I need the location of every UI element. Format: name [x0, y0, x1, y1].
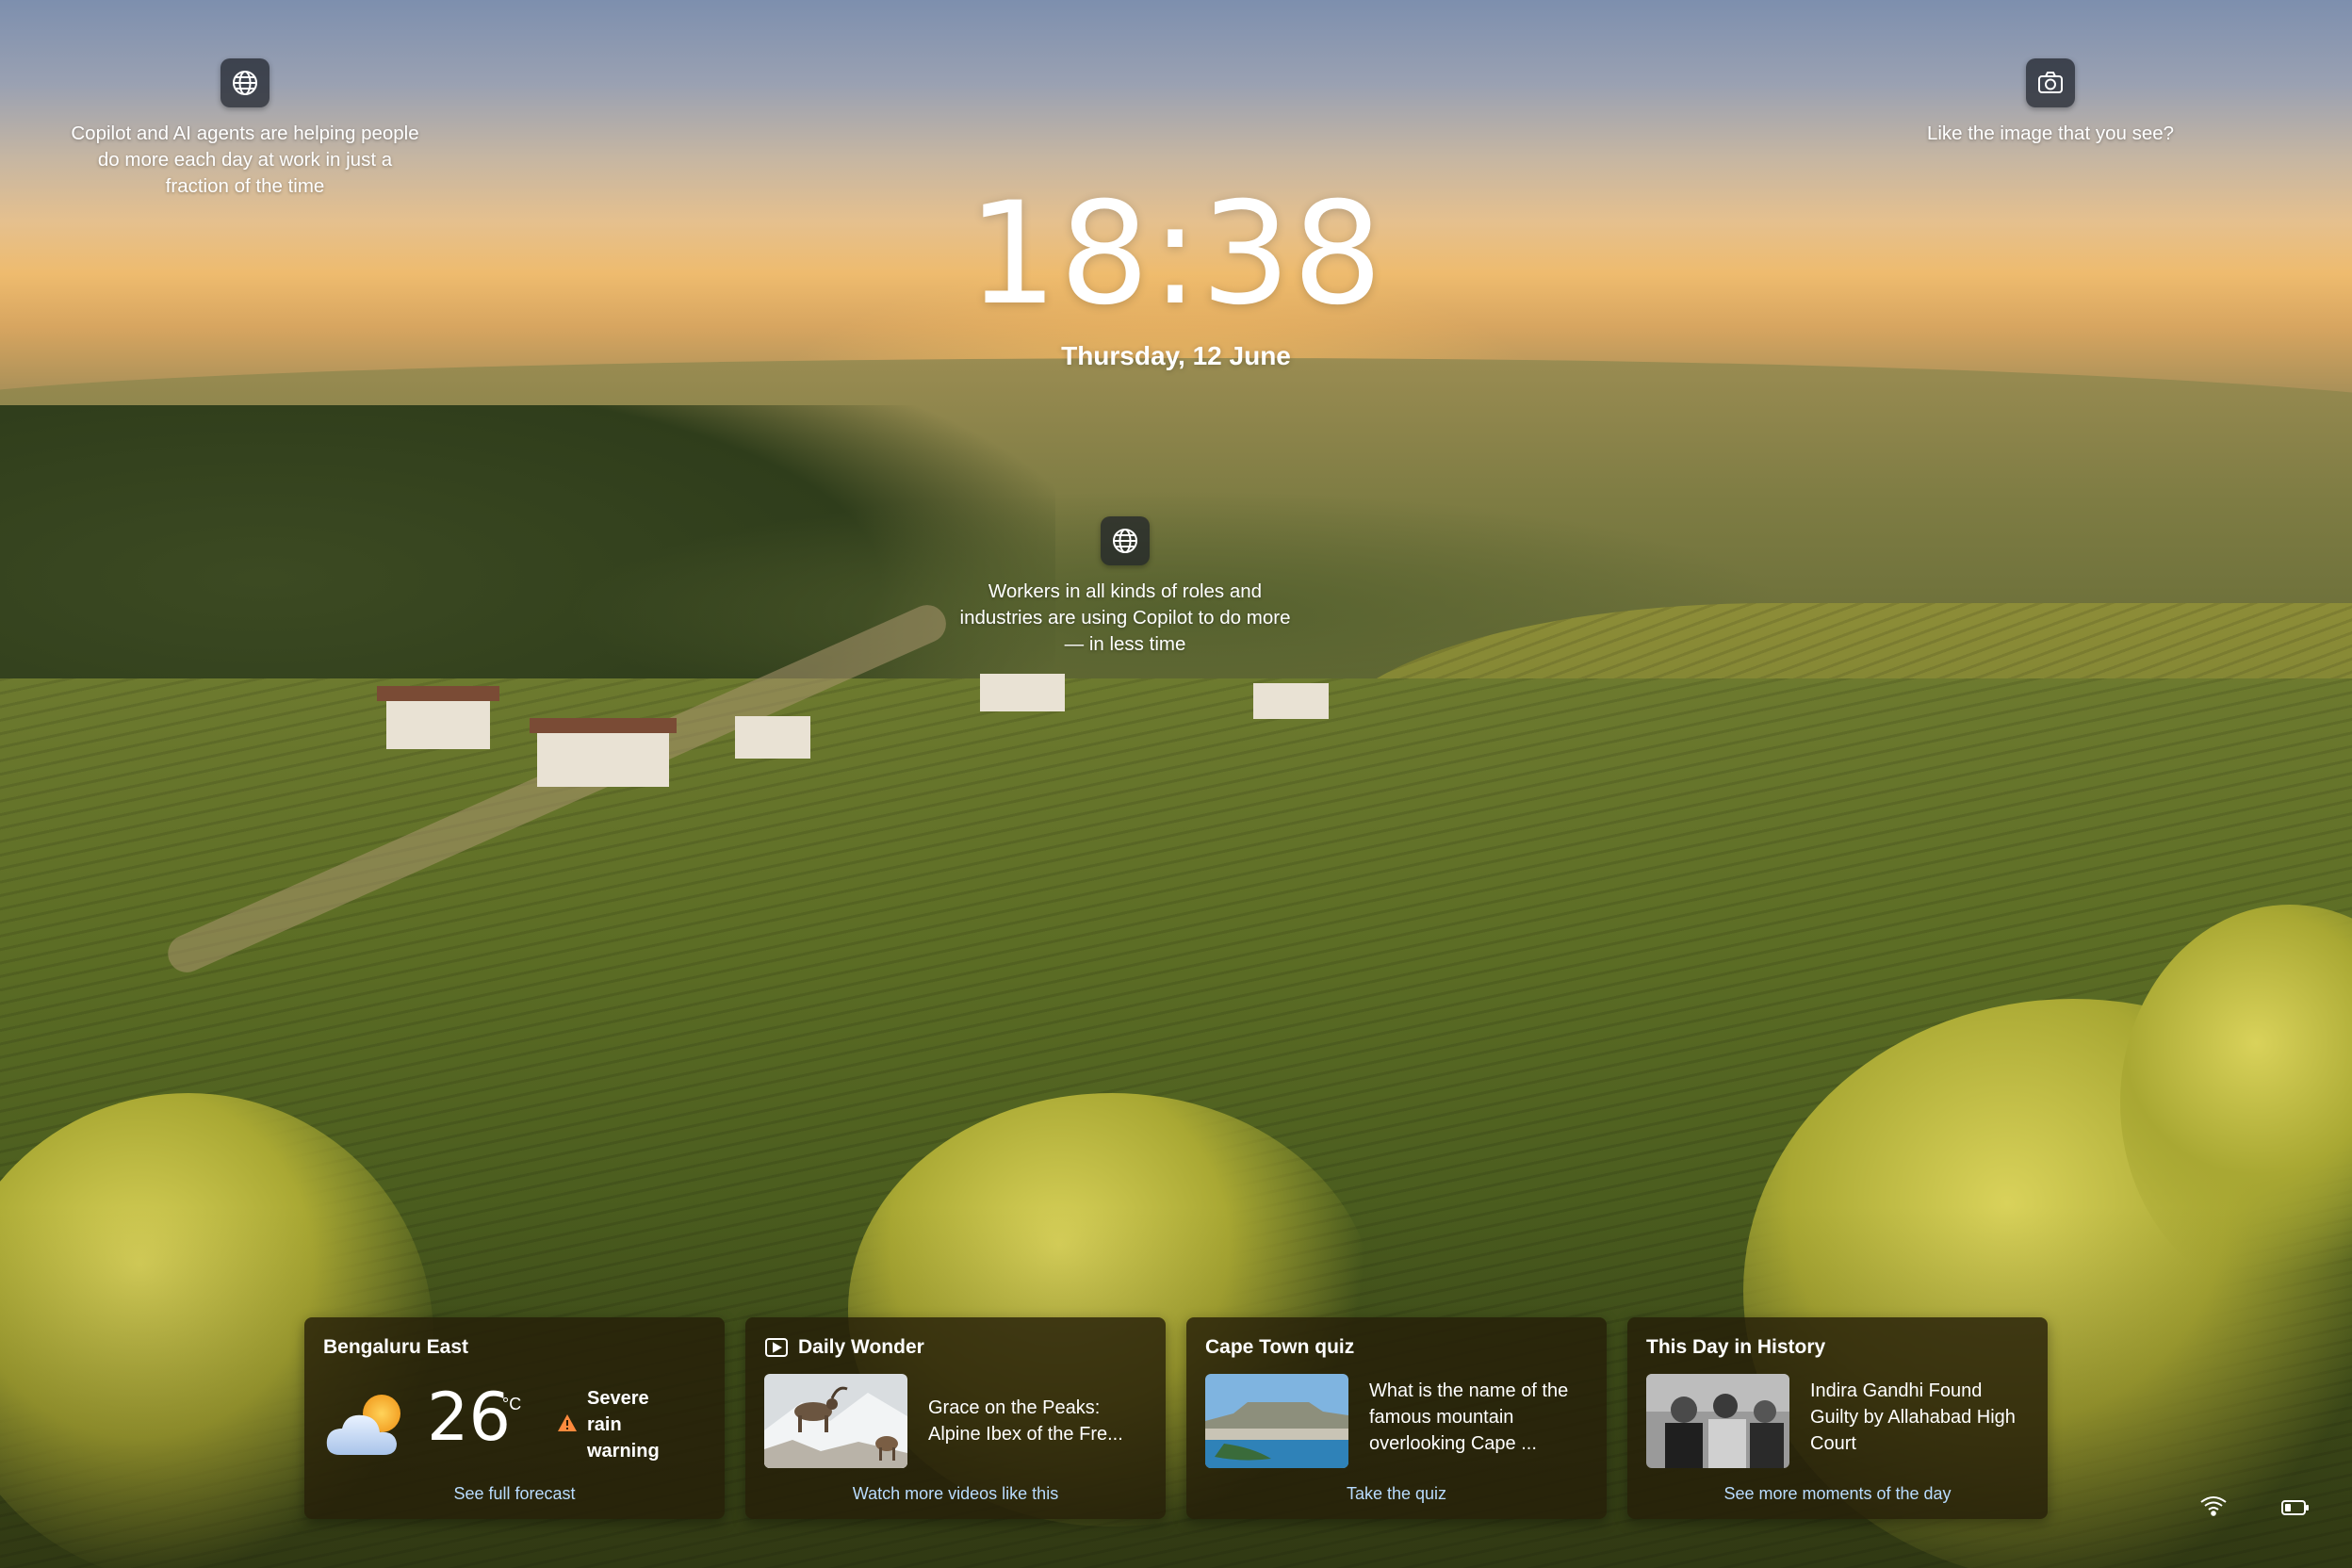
daily-wonder-title: Daily Wonder	[798, 1336, 924, 1358]
house	[386, 697, 490, 749]
see-more-moments-link[interactable]: See more moments of the day	[1627, 1484, 2048, 1504]
warning-icon	[558, 1414, 577, 1431]
weather-temperature: 26	[427, 1379, 512, 1456]
take-quiz-link[interactable]: Take the quiz	[1186, 1484, 1607, 1504]
clock-time: 18:38	[967, 172, 1385, 336]
spotlight-right[interactable]: Like the image that you see?	[1900, 58, 2201, 147]
weather-alert[interactable]: Severe rain warning	[558, 1385, 660, 1464]
weather-location: Bengaluru East	[323, 1336, 469, 1358]
weather-widget[interactable]: Bengaluru East 26 °C Severe rain warning…	[304, 1317, 725, 1519]
daily-wonder-headline[interactable]: Grace on the Peaks: Alpine Ibex of the F…	[928, 1395, 1152, 1447]
see-forecast-link[interactable]: See full forecast	[304, 1484, 725, 1504]
history-title: This Day in History	[1646, 1336, 1826, 1358]
history-headline[interactable]: Indira Gandhi Found Guilty by Allahabad …	[1810, 1378, 2034, 1457]
globe-icon[interactable]	[220, 58, 270, 107]
ibex-thumbnail[interactable]	[764, 1374, 907, 1468]
partly-cloudy-icon	[326, 1395, 400, 1455]
weather-alert-text: Severe rain warning	[587, 1388, 660, 1462]
wifi-icon[interactable]	[2199, 1494, 2228, 1521]
house	[1253, 683, 1329, 719]
clock-date: Thursday, 12 June	[1061, 341, 1291, 370]
quiz-title: Cape Town quiz	[1205, 1336, 1355, 1358]
spotlight-right-text[interactable]: Like the image that you see?	[1900, 121, 2201, 147]
roof	[377, 686, 499, 701]
battery-icon[interactable]	[2280, 1498, 2311, 1521]
house	[735, 716, 810, 759]
camera-icon[interactable]	[2026, 58, 2075, 107]
history-widget[interactable]: This Day in History Indira Gandhi Found …	[1627, 1317, 2048, 1519]
weather-unit: °C	[502, 1395, 522, 1413]
watch-videos-link[interactable]: Watch more videos like this	[745, 1484, 1166, 1504]
spotlight-center-text[interactable]: Workers in all kinds of roles and indust…	[927, 579, 1323, 658]
video-icon	[765, 1338, 788, 1357]
quiz-widget[interactable]: Cape Town quiz What is the name of the f…	[1186, 1317, 1607, 1519]
house	[537, 730, 669, 787]
spotlight-center[interactable]: Workers in all kinds of roles and indust…	[927, 516, 1323, 658]
quiz-question[interactable]: What is the name of the famous mountain …	[1369, 1378, 1593, 1457]
globe-icon[interactable]	[1101, 516, 1150, 565]
daily-wonder-widget[interactable]: Daily Wonder Grace on the Peaks: Alpine …	[745, 1317, 1166, 1519]
roof	[530, 718, 677, 733]
house	[980, 674, 1065, 711]
daily-wonder-title-row: Daily Wonder	[764, 1336, 924, 1359]
history-thumbnail[interactable]	[1646, 1374, 1789, 1468]
cape-town-thumbnail[interactable]	[1205, 1374, 1348, 1468]
